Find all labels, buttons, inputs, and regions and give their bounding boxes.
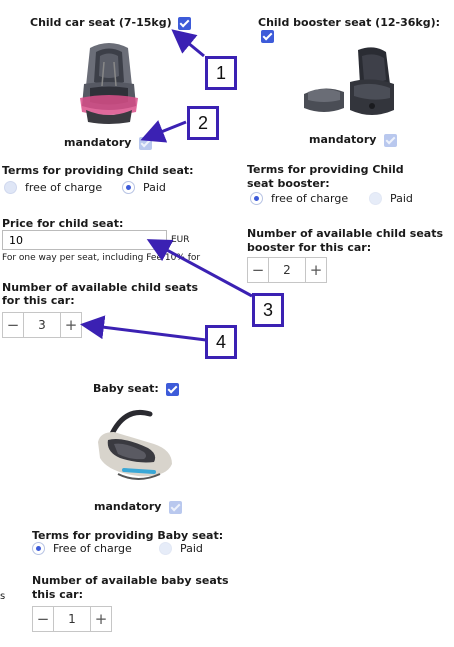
callout-4-badge: 4 [205, 325, 237, 359]
callout-2-arrow [140, 120, 187, 143]
callout-arrows [80, 29, 253, 342]
callout-2-badge: 2 [187, 106, 219, 140]
callout-1-arrow [171, 29, 205, 58]
callout-3-arrow [146, 239, 253, 298]
callout-1-badge: 1 [205, 56, 237, 90]
callout-3-badge: 3 [252, 293, 284, 327]
callout-4-arrow [80, 315, 207, 342]
